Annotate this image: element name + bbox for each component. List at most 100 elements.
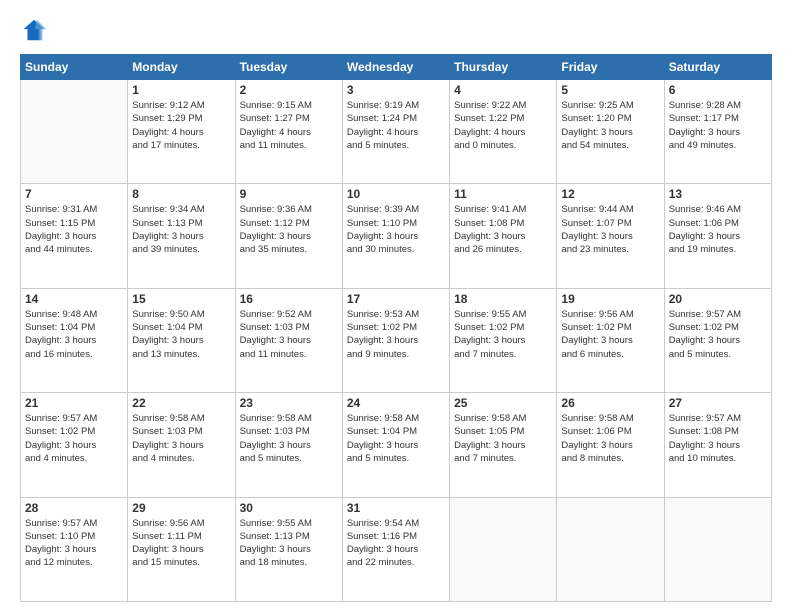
day-info: Sunrise: 9:55 AMSunset: 1:13 PMDaylight:… — [240, 517, 338, 570]
day-info: Sunrise: 9:58 AMSunset: 1:04 PMDaylight:… — [347, 412, 445, 465]
day-number: 2 — [240, 83, 338, 97]
day-info: Sunrise: 9:19 AMSunset: 1:24 PMDaylight:… — [347, 99, 445, 152]
calendar-cell: 19Sunrise: 9:56 AMSunset: 1:02 PMDayligh… — [557, 288, 664, 392]
day-number: 24 — [347, 396, 445, 410]
calendar-cell: 1 Sunrise: 9:12 AMSunset: 1:29 PMDaylight… — [128, 80, 235, 184]
day-info: Sunrise: 9:56 AMSunset: 1:02 PMDaylight:… — [561, 308, 659, 361]
day-info: Sunrise: 9:46 AMSunset: 1:06 PMDaylight:… — [669, 203, 767, 256]
calendar-cell: 22 Sunrise: 9:58 AMSunset: 1:03 PMDayligh… — [128, 393, 235, 497]
day-number: 7 — [25, 187, 123, 201]
calendar-week-3: 14Sunrise: 9:48 AMSunset: 1:04 PMDayligh… — [21, 288, 772, 392]
day-info: Sunrise: 9:53 AMSunset: 1:02 PMDaylight:… — [347, 308, 445, 361]
day-info: Sunrise: 9:39 AMSunset: 1:10 PMDaylight:… — [347, 203, 445, 256]
day-number: 1 — [132, 83, 230, 97]
day-info: Sunrise: 9:28 AMSunset: 1:17 PMDaylight:… — [669, 99, 767, 152]
calendar-cell: 9 Sunrise: 9:36 AMSunset: 1:12 PMDaylight… — [235, 184, 342, 288]
day-number: 5 — [561, 83, 659, 97]
day-info: Sunrise: 9:55 AMSunset: 1:02 PMDaylight:… — [454, 308, 552, 361]
calendar-cell: 6Sunrise: 9:28 AMSunset: 1:17 PMDaylight… — [664, 80, 771, 184]
day-info: Sunrise: 9:58 AMSunset: 1:03 PMDaylight:… — [132, 412, 230, 465]
day-info: Sunrise: 9:25 AMSunset: 1:20 PMDaylight:… — [561, 99, 659, 152]
header — [20, 16, 772, 44]
calendar-week-5: 28 Sunrise: 9:57 AMSunset: 1:10 PMDayligh… — [21, 497, 772, 601]
day-info: Sunrise: 9:12 AMSunset: 1:29 PMDaylight:… — [132, 99, 230, 152]
calendar-cell: 4 Sunrise: 9:22 AMSunset: 1:22 PMDaylight… — [450, 80, 557, 184]
page: SundayMondayTuesdayWednesdayThursdayFrid… — [0, 0, 792, 612]
day-info: Sunrise: 9:36 AMSunset: 1:12 PMDaylight:… — [240, 203, 338, 256]
calendar-cell: 11 Sunrise: 9:41 AMSunset: 1:08 PMDayligh… — [450, 184, 557, 288]
calendar-cell: 27Sunrise: 9:57 AMSunset: 1:08 PMDayligh… — [664, 393, 771, 497]
calendar-cell: 7 Sunrise: 9:31 AMSunset: 1:15 PMDaylight… — [21, 184, 128, 288]
day-info: Sunrise: 9:57 AMSunset: 1:10 PMDaylight:… — [25, 517, 123, 570]
day-number: 31 — [347, 501, 445, 515]
calendar-cell: 16 Sunrise: 9:52 AMSunset: 1:03 PMDayligh… — [235, 288, 342, 392]
calendar-cell — [450, 497, 557, 601]
day-number: 21 — [25, 396, 123, 410]
day-info: Sunrise: 9:52 AMSunset: 1:03 PMDaylight:… — [240, 308, 338, 361]
day-info: Sunrise: 9:58 AMSunset: 1:06 PMDaylight:… — [561, 412, 659, 465]
calendar-cell: 10 Sunrise: 9:39 AMSunset: 1:10 PMDayligh… — [342, 184, 449, 288]
day-number: 4 — [454, 83, 552, 97]
logo — [20, 16, 52, 44]
day-number: 11 — [454, 187, 552, 201]
calendar-cell: 29 Sunrise: 9:56 AMSunset: 1:11 PMDayligh… — [128, 497, 235, 601]
calendar-cell: 12 Sunrise: 9:44 AMSunset: 1:07 PMDayligh… — [557, 184, 664, 288]
day-info: Sunrise: 9:54 AMSunset: 1:16 PMDaylight:… — [347, 517, 445, 570]
day-number: 18 — [454, 292, 552, 306]
calendar-cell: 26 Sunrise: 9:58 AMSunset: 1:06 PMDayligh… — [557, 393, 664, 497]
calendar-cell: 23 Sunrise: 9:58 AMSunset: 1:03 PMDayligh… — [235, 393, 342, 497]
calendar-cell: 14Sunrise: 9:48 AMSunset: 1:04 PMDayligh… — [21, 288, 128, 392]
day-number: 10 — [347, 187, 445, 201]
calendar-header-thursday: Thursday — [450, 55, 557, 80]
calendar-header-sunday: Sunday — [21, 55, 128, 80]
day-number: 12 — [561, 187, 659, 201]
day-number: 15 — [132, 292, 230, 306]
calendar-header-monday: Monday — [128, 55, 235, 80]
day-info: Sunrise: 9:31 AMSunset: 1:15 PMDaylight:… — [25, 203, 123, 256]
day-number: 30 — [240, 501, 338, 515]
calendar-header-wednesday: Wednesday — [342, 55, 449, 80]
day-number: 17 — [347, 292, 445, 306]
calendar-cell: 17 Sunrise: 9:53 AMSunset: 1:02 PMDayligh… — [342, 288, 449, 392]
calendar-cell: 25Sunrise: 9:58 AMSunset: 1:05 PMDayligh… — [450, 393, 557, 497]
day-number: 23 — [240, 396, 338, 410]
calendar-header-row: SundayMondayTuesdayWednesdayThursdayFrid… — [21, 55, 772, 80]
day-number: 3 — [347, 83, 445, 97]
day-number: 27 — [669, 396, 767, 410]
day-info: Sunrise: 9:58 AMSunset: 1:03 PMDaylight:… — [240, 412, 338, 465]
calendar: SundayMondayTuesdayWednesdayThursdayFrid… — [20, 54, 772, 602]
calendar-cell: 31 Sunrise: 9:54 AMSunset: 1:16 PMDayligh… — [342, 497, 449, 601]
calendar-cell: 30 Sunrise: 9:55 AMSunset: 1:13 PMDayligh… — [235, 497, 342, 601]
calendar-cell: 15 Sunrise: 9:50 AMSunset: 1:04 PMDayligh… — [128, 288, 235, 392]
day-number: 8 — [132, 187, 230, 201]
day-info: Sunrise: 9:56 AMSunset: 1:11 PMDaylight:… — [132, 517, 230, 570]
day-number: 25 — [454, 396, 552, 410]
calendar-header-tuesday: Tuesday — [235, 55, 342, 80]
day-number: 16 — [240, 292, 338, 306]
day-info: Sunrise: 9:44 AMSunset: 1:07 PMDaylight:… — [561, 203, 659, 256]
day-number: 26 — [561, 396, 659, 410]
day-info: Sunrise: 9:48 AMSunset: 1:04 PMDaylight:… — [25, 308, 123, 361]
day-number: 13 — [669, 187, 767, 201]
calendar-cell: 5 Sunrise: 9:25 AMSunset: 1:20 PMDaylight… — [557, 80, 664, 184]
day-number: 29 — [132, 501, 230, 515]
calendar-cell: 8Sunrise: 9:34 AMSunset: 1:13 PMDaylight… — [128, 184, 235, 288]
calendar-cell: 18 Sunrise: 9:55 AMSunset: 1:02 PMDayligh… — [450, 288, 557, 392]
calendar-cell — [664, 497, 771, 601]
calendar-cell: 13 Sunrise: 9:46 AMSunset: 1:06 PMDayligh… — [664, 184, 771, 288]
day-number: 20 — [669, 292, 767, 306]
day-info: Sunrise: 9:50 AMSunset: 1:04 PMDaylight:… — [132, 308, 230, 361]
calendar-cell: 28 Sunrise: 9:57 AMSunset: 1:10 PMDayligh… — [21, 497, 128, 601]
day-info: Sunrise: 9:57 AMSunset: 1:02 PMDaylight:… — [25, 412, 123, 465]
day-info: Sunrise: 9:22 AMSunset: 1:22 PMDaylight:… — [454, 99, 552, 152]
calendar-week-2: 7 Sunrise: 9:31 AMSunset: 1:15 PMDaylight… — [21, 184, 772, 288]
calendar-week-4: 21 Sunrise: 9:57 AMSunset: 1:02 PMDayligh… — [21, 393, 772, 497]
calendar-header-friday: Friday — [557, 55, 664, 80]
calendar-cell: 20Sunrise: 9:57 AMSunset: 1:02 PMDayligh… — [664, 288, 771, 392]
day-number: 22 — [132, 396, 230, 410]
day-number: 28 — [25, 501, 123, 515]
calendar-cell — [557, 497, 664, 601]
day-number: 9 — [240, 187, 338, 201]
day-info: Sunrise: 9:41 AMSunset: 1:08 PMDaylight:… — [454, 203, 552, 256]
logo-icon — [20, 16, 48, 44]
